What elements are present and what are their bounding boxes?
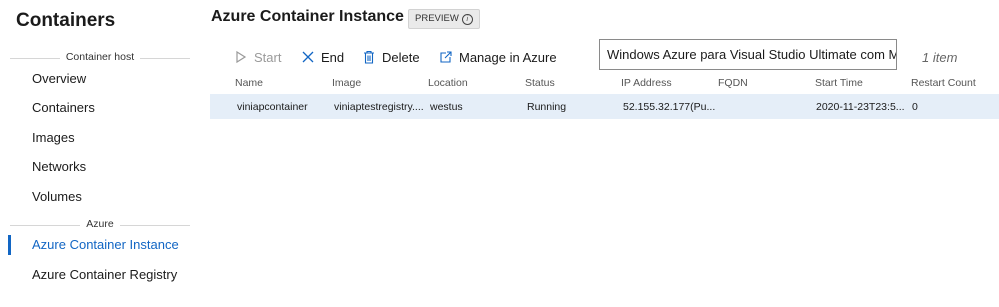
- column-header-status[interactable]: Status: [525, 77, 555, 89]
- nav-item-volumes[interactable]: Volumes: [8, 184, 198, 210]
- column-header-ip-address[interactable]: IP Address: [621, 77, 672, 89]
- trash-icon: [364, 50, 374, 64]
- nav-item-networks[interactable]: Networks: [8, 154, 198, 180]
- section-heading-label: Azure: [80, 218, 120, 230]
- column-header-name[interactable]: Name: [235, 77, 263, 89]
- item-count: 1 item: [922, 50, 958, 65]
- cell-name: viniapcontainer: [237, 101, 308, 113]
- section-heading-container-host: Container host: [10, 51, 190, 65]
- cell-location: westus: [430, 101, 463, 113]
- column-header-restart-count[interactable]: Restart Count: [911, 77, 976, 89]
- info-icon: i: [461, 13, 473, 25]
- subscription-input[interactable]: [600, 40, 896, 69]
- column-header-start-time[interactable]: Start Time: [815, 77, 863, 89]
- sidebar: Containers Container host Overview Conta…: [0, 0, 200, 307]
- nav-item-containers[interactable]: Containers: [8, 95, 198, 121]
- cell-image: viniaptestregistry....: [334, 101, 424, 113]
- preview-badge-label: PREVIEW: [415, 13, 459, 24]
- close-icon: [302, 51, 314, 63]
- cell-ip-address: 52.155.32.177(Pu...: [623, 101, 716, 113]
- manage-in-azure-label: Manage in Azure: [459, 49, 557, 65]
- nav-item-azure-container-registry[interactable]: Azure Container Registry: [8, 262, 198, 288]
- play-icon: [236, 50, 247, 64]
- section-heading-label: Container host: [59, 51, 141, 63]
- nav-item-azure-container-instance[interactable]: Azure Container Instance: [8, 232, 198, 258]
- cell-restart-count: 0: [912, 101, 918, 113]
- delete-button-label: Delete: [382, 49, 420, 65]
- column-header-location[interactable]: Location: [428, 77, 468, 89]
- nav-item-overview[interactable]: Overview: [8, 66, 198, 92]
- nav-item-images[interactable]: Images: [8, 125, 198, 151]
- delete-button[interactable]: Delete: [362, 46, 420, 68]
- manage-in-azure-button[interactable]: Manage in Azure: [439, 46, 557, 68]
- page-title: Azure Container Instance: [211, 8, 404, 25]
- preview-badge[interactable]: PREVIEW i: [408, 9, 480, 29]
- cell-status: Running: [527, 101, 567, 113]
- column-header-fqdn[interactable]: FQDN: [718, 77, 748, 89]
- start-button-label: Start: [254, 49, 282, 65]
- cell-start-time: 2020-11-23T23:5...: [816, 101, 905, 113]
- section-heading-azure: Azure: [10, 218, 190, 232]
- column-header-image[interactable]: Image: [332, 77, 361, 89]
- subscription-field[interactable]: [599, 39, 897, 70]
- external-link-icon: [440, 51, 452, 63]
- end-button[interactable]: End: [301, 46, 344, 68]
- start-button[interactable]: Start: [234, 46, 281, 68]
- app-title: Containers: [16, 10, 116, 31]
- end-button-label: End: [321, 49, 345, 65]
